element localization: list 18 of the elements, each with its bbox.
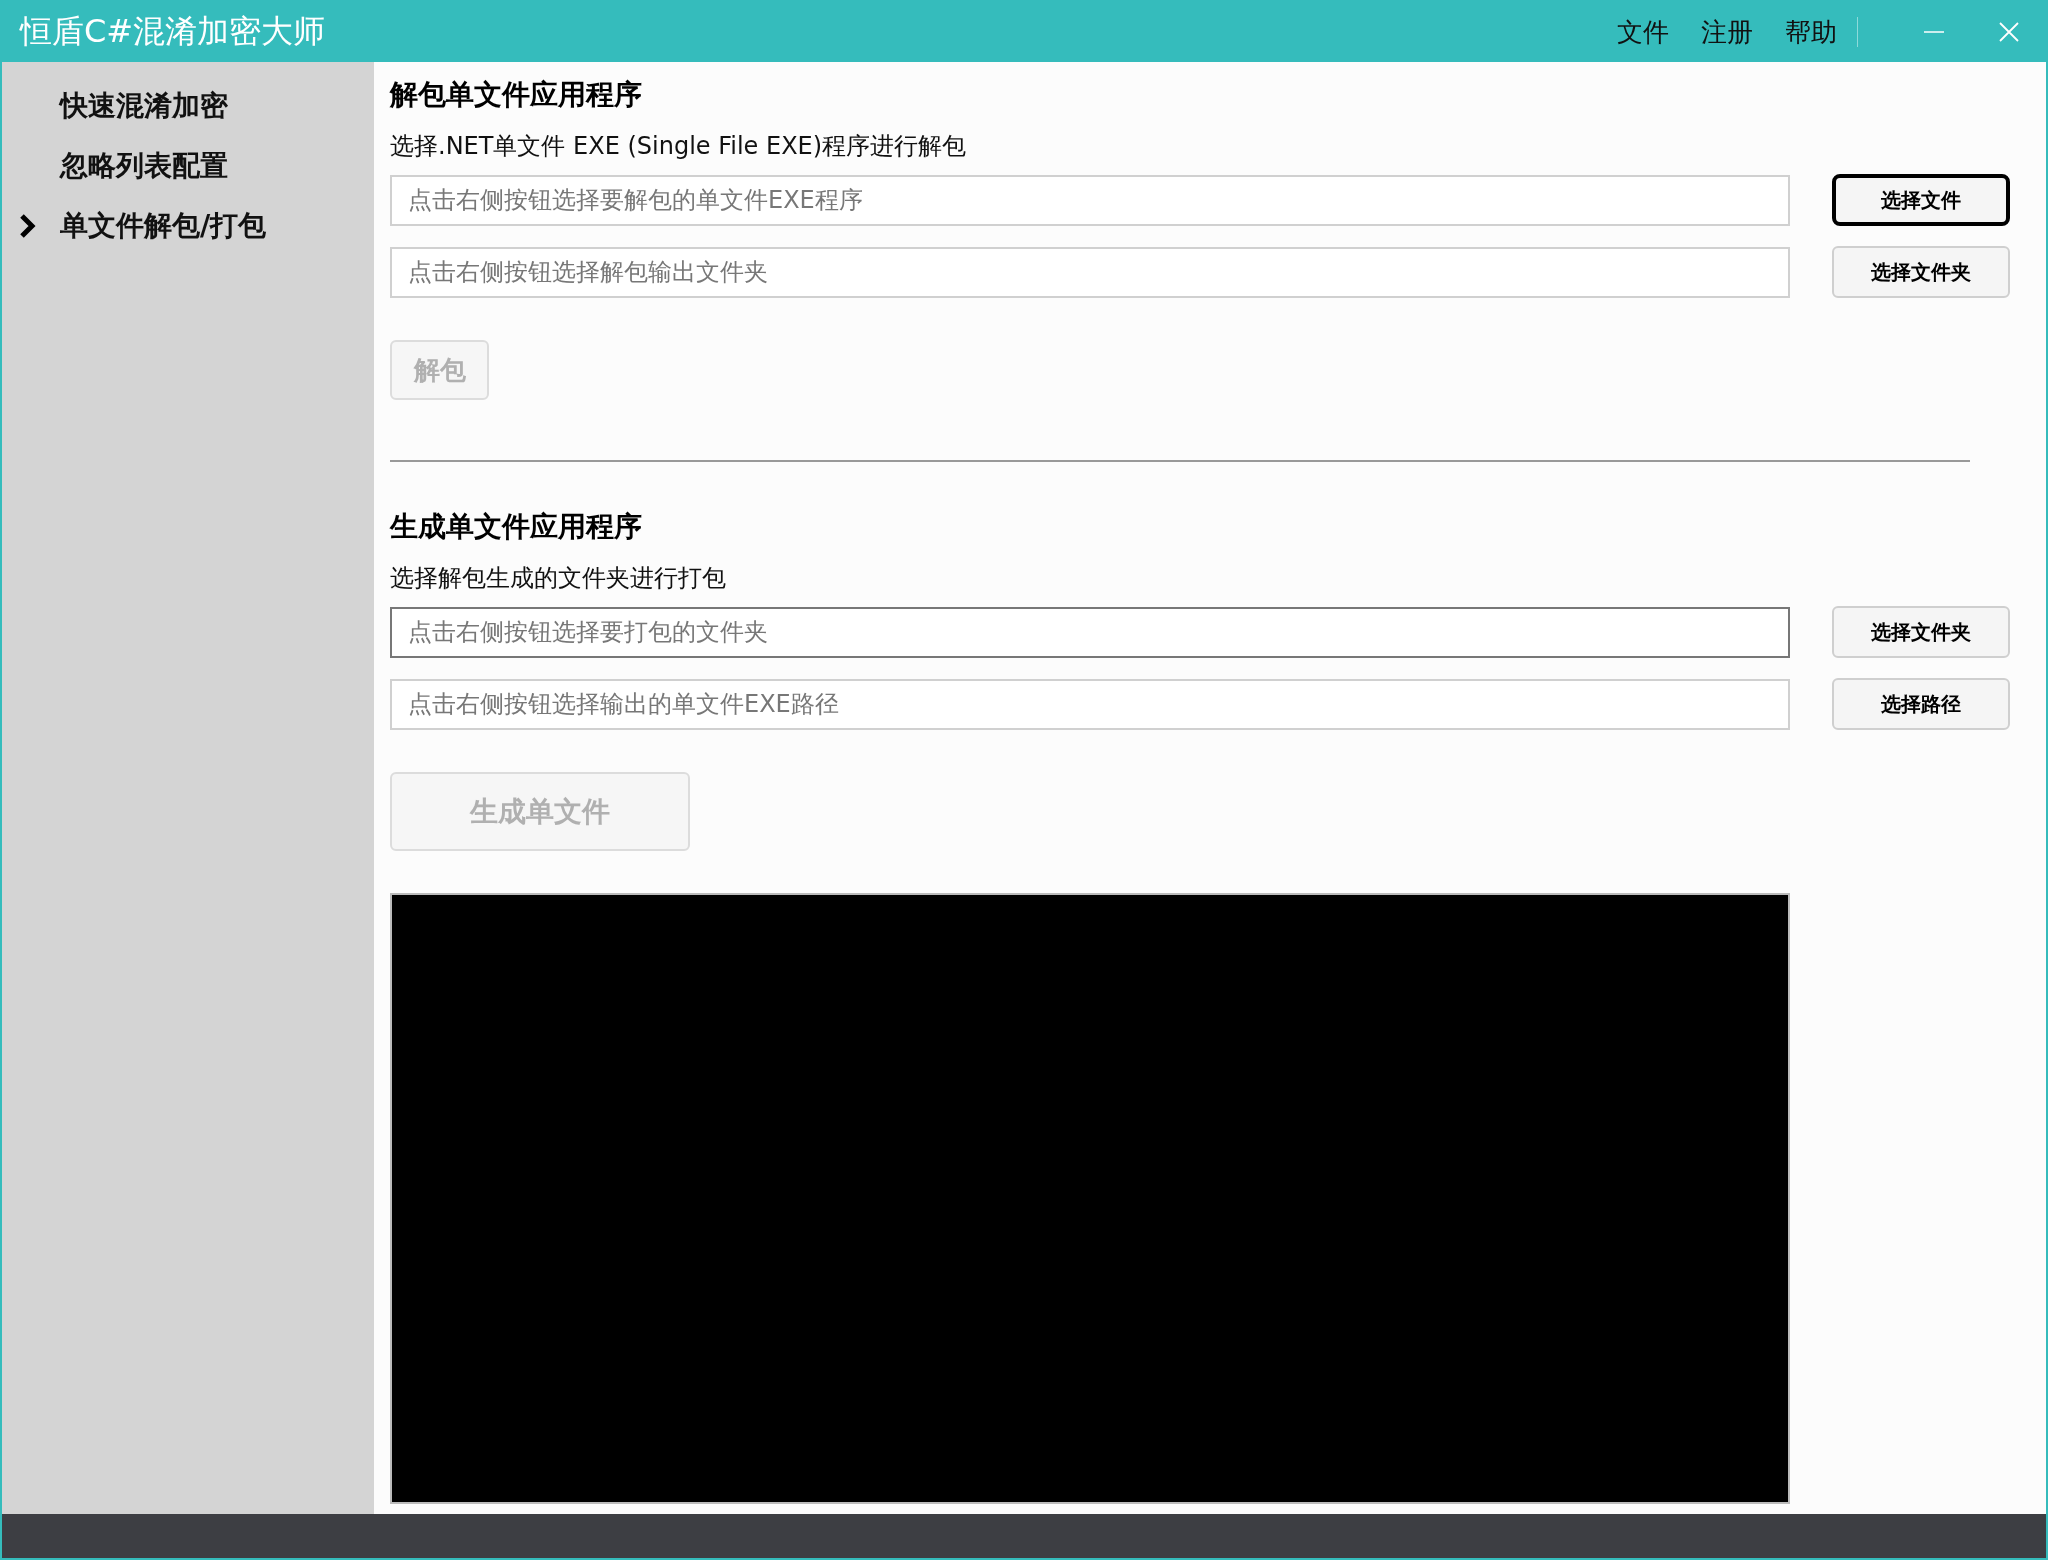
- window-title: 恒盾C#混淆加密大师: [20, 11, 327, 52]
- browse-button[interactable]: 选择文件: [1832, 174, 2010, 226]
- browse-button[interactable]: 选择文件夹: [1832, 606, 2010, 658]
- section-title: 解包单文件应用程序: [390, 77, 643, 113]
- section-title: 生成单文件应用程序: [390, 509, 643, 545]
- minimize-icon: [1924, 31, 1944, 33]
- browse-button[interactable]: 选择文件夹: [1832, 246, 2010, 298]
- menu-item[interactable]: 注册: [1701, 14, 1753, 50]
- menu-item[interactable]: 文件: [1617, 14, 1669, 50]
- menu-item[interactable]: 帮助: [1785, 14, 1837, 50]
- sidebar-item[interactable]: 单文件解包/打包: [2, 196, 374, 256]
- section-description: 选择解包生成的文件夹进行打包: [390, 563, 727, 594]
- path-field[interactable]: 点击右侧按钮选择要打包的文件夹: [390, 606, 1790, 658]
- close-icon: [1998, 21, 2020, 43]
- sidebar-item[interactable]: 忽略列表配置: [2, 136, 374, 196]
- browse-button[interactable]: 选择路径: [1832, 678, 2010, 730]
- section-description: 选择.NET单文件 EXE (Single File EXE)程序进行解包: [390, 131, 968, 162]
- sidebar-item[interactable]: 快速混淆加密: [2, 76, 374, 136]
